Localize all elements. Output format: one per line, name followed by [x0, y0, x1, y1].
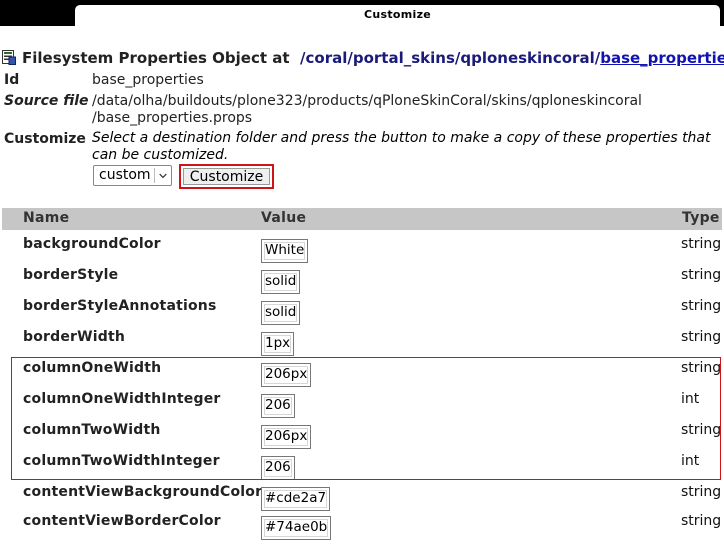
- page-title: Filesystem Properties Object at /coral/p…: [2, 48, 724, 68]
- table-row: contentViewBorderColor #74ae0b string: [0, 513, 724, 544]
- customize-button[interactable]: Customize: [183, 168, 270, 185]
- source-file-line1: /data/olha/buildouts/plone323/products/q…: [92, 93, 642, 109]
- property-name: columnOneWidthInteger: [23, 391, 221, 407]
- table-row: borderWidth 1px string: [0, 329, 724, 360]
- property-type: string: [681, 513, 722, 529]
- property-value-input[interactable]: 206: [261, 394, 295, 418]
- table-row: backgroundColor White string: [0, 236, 724, 267]
- id-value: base_properties: [92, 72, 204, 88]
- table-row: columnOneWidthInteger 206 int: [0, 391, 724, 422]
- property-value-input[interactable]: 1px: [261, 332, 295, 356]
- source-file-line2: /base_properties.props: [92, 110, 253, 126]
- property-name: columnTwoWidth: [23, 422, 161, 438]
- tab-customize[interactable]: Customize: [75, 5, 720, 30]
- property-type: int: [681, 391, 700, 407]
- property-type: string: [681, 267, 722, 283]
- table-row: columnTwoWidth 206px string: [0, 422, 724, 453]
- title-prefix: Filesystem Properties Object at: [22, 49, 290, 67]
- breadcrumb-base-properties[interactable]: base_properties: [600, 49, 724, 67]
- property-name: borderStyle: [23, 267, 119, 283]
- property-value-input[interactable]: 206px: [261, 363, 312, 387]
- breadcrumb-qploneskincoral[interactable]: qploneskincoral: [460, 49, 594, 67]
- property-type: string: [681, 360, 722, 376]
- table-row: columnTwoWidthInteger 206 int: [0, 453, 724, 484]
- id-label: Id: [4, 72, 20, 88]
- breadcrumb-coral[interactable]: /coral: [300, 49, 347, 67]
- property-name: borderStyleAnnotations: [23, 298, 217, 314]
- column-header-type: Type: [682, 210, 720, 226]
- column-header-name: Name: [23, 210, 70, 226]
- table-row: borderStyle solid string: [0, 267, 724, 298]
- source-file-label: Source file: [4, 93, 89, 109]
- destination-folder-value: custom: [99, 167, 151, 183]
- chevron-down-icon: [154, 168, 167, 183]
- property-type: string: [681, 236, 722, 252]
- table-header: Name Value Type: [2, 208, 722, 230]
- property-value-input[interactable]: White: [261, 239, 309, 263]
- property-name: contentViewBackgroundColor: [23, 484, 263, 500]
- property-name: borderWidth: [23, 329, 126, 345]
- destination-folder-select[interactable]: custom: [93, 165, 172, 186]
- properties-object-icon: [2, 50, 16, 65]
- property-value-input[interactable]: 206px: [261, 425, 312, 449]
- tab-bar: Customize: [0, 0, 724, 30]
- table-row: contentViewBackgroundColor #cde2a7 strin…: [0, 484, 724, 515]
- table-row: columnOneWidth 206px string: [0, 360, 724, 391]
- property-type: string: [681, 298, 722, 314]
- customize-label: Customize: [4, 131, 86, 147]
- property-type: string: [681, 422, 722, 438]
- customize-button-highlight: Customize: [179, 164, 274, 189]
- property-value-input[interactable]: solid: [261, 270, 301, 294]
- property-name: backgroundColor: [23, 236, 161, 252]
- property-value-input[interactable]: #cde2a7: [261, 487, 331, 511]
- breadcrumb-portal-skins[interactable]: portal_skins: [353, 49, 455, 67]
- property-type: string: [681, 329, 722, 345]
- property-value-input[interactable]: #74ae0b: [261, 516, 332, 540]
- table-row: borderStyleAnnotations solid string: [0, 298, 724, 329]
- column-header-value: Value: [261, 210, 307, 226]
- property-type: int: [681, 453, 700, 469]
- customize-description: Select a destination folder and press th…: [92, 130, 711, 163]
- property-type: string: [681, 484, 722, 500]
- property-value-input[interactable]: 206: [261, 456, 295, 480]
- property-name: columnTwoWidthInteger: [23, 453, 220, 469]
- property-name: contentViewBorderColor: [23, 513, 221, 529]
- property-name: columnOneWidth: [23, 360, 162, 376]
- property-value-input[interactable]: solid: [261, 301, 301, 325]
